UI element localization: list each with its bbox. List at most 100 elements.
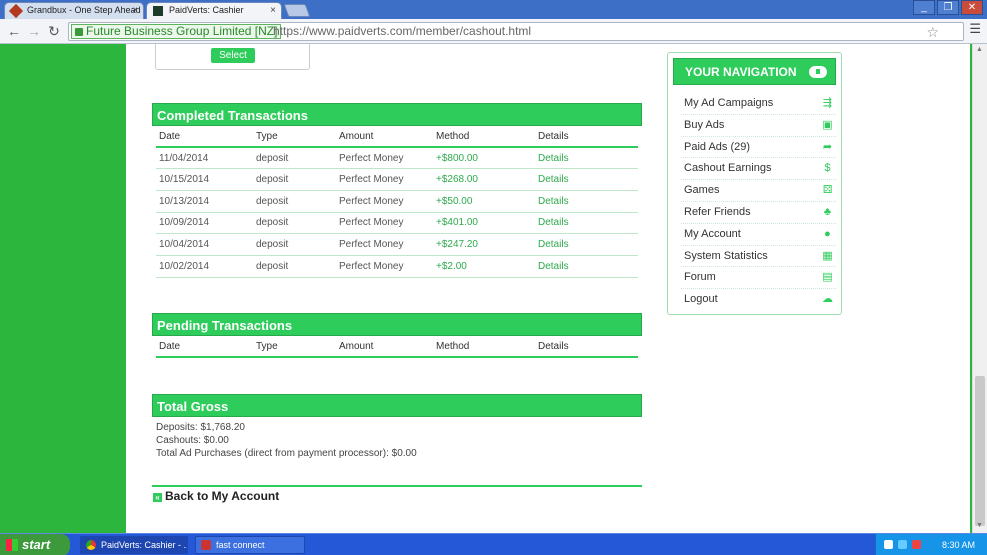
nav-item-my-ad-campaigns[interactable]: My Ad Campaigns ⇶	[681, 93, 836, 115]
nav-item-games[interactable]: Games ⚄	[681, 180, 836, 202]
column-header-amount: Amount	[336, 336, 433, 358]
section-title: Total Gross	[152, 394, 642, 417]
ad-purchases-total: Total Ad Purchases (direct from payment …	[156, 448, 417, 459]
pending-transactions-section: Pending Transactions Date Type Amount Me…	[152, 313, 642, 358]
cell-date: 10/15/2014	[156, 168, 253, 191]
book-icon: ▤	[822, 271, 833, 284]
window-controls: _ ❐ ✕	[913, 0, 983, 15]
tab-grandbux[interactable]: Grandbux - One Step Ahead ×	[4, 2, 144, 19]
address-bar[interactable]: Future Business Group Limited [NZ] https…	[68, 22, 964, 41]
scroll-up-icon[interactable]: ▲	[976, 46, 983, 53]
completed-transactions-section: Completed Transactions Date Type Amount …	[152, 103, 642, 278]
cell-date: 10/13/2014	[156, 190, 253, 213]
back-to-account-link[interactable]: «Back to My Account	[152, 485, 642, 503]
cloud-icon: ☁	[822, 293, 833, 306]
forward-arrow-icon[interactable]: →	[26, 23, 42, 39]
nav-item-my-account[interactable]: My Account ●	[681, 224, 836, 246]
page-content: Select Completed Transactions Date Type …	[126, 44, 970, 533]
select-button[interactable]: Select	[211, 48, 255, 63]
cell-date: 10/02/2014	[156, 255, 253, 278]
minimize-button[interactable]: _	[913, 0, 935, 15]
nav-item-label: Forum	[684, 271, 716, 284]
details-link[interactable]: Details	[535, 147, 638, 170]
scroll-down-icon[interactable]: ▼	[976, 522, 983, 529]
nav-item-logout[interactable]: Logout ☁	[681, 289, 836, 311]
column-header-date: Date	[156, 126, 253, 148]
tab-paidverts-cashier[interactable]: PaidVerts: Cashier ×	[146, 2, 282, 19]
table-row: 10/02/2014 deposit Perfect Money +$2.00 …	[156, 255, 638, 278]
nav-item-system-statistics[interactable]: System Statistics ▦	[681, 246, 836, 268]
back-link-label: Back to My Account	[165, 489, 280, 503]
browser-toolbar: ← → ↻ Future Business Group Limited [NZ]…	[0, 19, 987, 44]
nav-item-buy-ads[interactable]: Buy Ads ▣	[681, 115, 836, 137]
volume-icon[interactable]	[898, 540, 907, 549]
cell-amount: +$50.00	[433, 190, 535, 213]
moneybag-icon: $	[824, 162, 831, 175]
browser-tab-bar: Grandbux - One Step Ahead × PaidVerts: C…	[0, 0, 987, 19]
back-arrow-icon[interactable]: ←	[6, 23, 22, 39]
cell-type: deposit	[253, 255, 336, 278]
cell-type: deposit	[253, 233, 336, 256]
nav-item-label: Cashout Earnings	[684, 162, 772, 175]
nav-item-label: Games	[684, 184, 720, 197]
cell-date: 11/04/2014	[156, 147, 253, 170]
cell-amount: +$2.00	[433, 255, 535, 278]
certificate-owner: Future Business Group Limited [NZ]	[86, 24, 278, 38]
chart-icon: ▦	[822, 249, 833, 262]
cell-type: deposit	[253, 212, 336, 235]
cell-method: Perfect Money	[336, 255, 433, 278]
table-header-row: Date Type Amount Method Details	[156, 336, 638, 358]
details-link[interactable]: Details	[535, 212, 638, 235]
ev-certificate-badge[interactable]: Future Business Group Limited [NZ]	[71, 24, 282, 39]
table-row: 10/09/2014 deposit Perfect Money +$401.0…	[156, 212, 638, 235]
cell-method: Perfect Money	[336, 147, 433, 170]
nav-item-paid-ads[interactable]: Paid Ads (29) ➦	[681, 137, 836, 159]
navigation-title: YOUR NAVIGATION	[685, 65, 797, 79]
bookmark-star-icon[interactable]: ☆	[926, 24, 939, 41]
table-row: 10/15/2014 deposit Perfect Money +$268.0…	[156, 168, 638, 191]
back-arrow-icon: «	[153, 493, 162, 502]
nav-item-forum[interactable]: Forum ▤	[681, 267, 836, 290]
tab-close-icon[interactable]: ×	[132, 3, 138, 18]
nav-item-cashout-earnings[interactable]: Cashout Earnings $	[681, 158, 836, 181]
scroll-thumb[interactable]	[975, 376, 985, 526]
nav-item-label: Buy Ads	[684, 118, 725, 131]
cell-method: Perfect Money	[336, 168, 433, 191]
details-link[interactable]: Details	[535, 233, 638, 256]
table-row: 11/04/2014 deposit Perfect Money +$800.0…	[156, 147, 638, 170]
reload-icon[interactable]: ↻	[46, 23, 62, 39]
method-select-box: Select	[155, 44, 310, 70]
cell-amount: +$247.20	[433, 233, 535, 256]
network-tray-icon[interactable]	[912, 540, 921, 549]
close-window-button[interactable]: ✕	[961, 0, 983, 15]
restore-button[interactable]: ❐	[937, 0, 959, 15]
details-link[interactable]: Details	[535, 190, 638, 213]
page-scrollbar[interactable]: ▲ ▼	[972, 44, 987, 533]
nav-item-label: My Ad Campaigns	[684, 97, 774, 109]
navigation-header: YOUR NAVIGATION	[673, 58, 836, 85]
url-text[interactable]: https://www.paidverts.com/member/cashout…	[273, 24, 531, 39]
details-link[interactable]: Details	[535, 255, 638, 278]
nav-item-refer-friends[interactable]: Refer Friends ♣	[681, 202, 836, 224]
browser-menu-icon[interactable]: ☰	[969, 21, 981, 37]
forward-icon: ➦	[822, 140, 833, 153]
user-icon: ●	[824, 227, 831, 240]
new-tab-button[interactable]	[283, 4, 311, 17]
nav-item-label: System Statistics	[684, 249, 768, 262]
total-gross-section: Total Gross Deposits: $1,768.20 Cashouts…	[152, 394, 642, 460]
column-header-details: Details	[535, 336, 638, 358]
details-link[interactable]: Details	[535, 168, 638, 191]
start-button[interactable]: start	[0, 534, 70, 555]
tab-title: Grandbux - One Step Ahead	[27, 5, 141, 15]
dice-icon: ⚄	[822, 184, 833, 197]
section-title: Completed Transactions	[152, 103, 642, 126]
money-icon: ▣	[822, 118, 833, 131]
connection-icon	[201, 540, 211, 550]
tab-close-icon[interactable]: ×	[270, 3, 276, 18]
help-icon[interactable]	[884, 540, 893, 549]
taskbar-item-fast-connect[interactable]: fast connect	[195, 536, 305, 554]
taskbar-item-chrome[interactable]: PaidVerts: Cashier - ...	[80, 536, 188, 554]
cashouts-total: Cashouts: $0.00	[156, 435, 229, 446]
system-tray: 8:30 AM	[875, 534, 987, 555]
network-icon: ♣	[823, 205, 832, 218]
